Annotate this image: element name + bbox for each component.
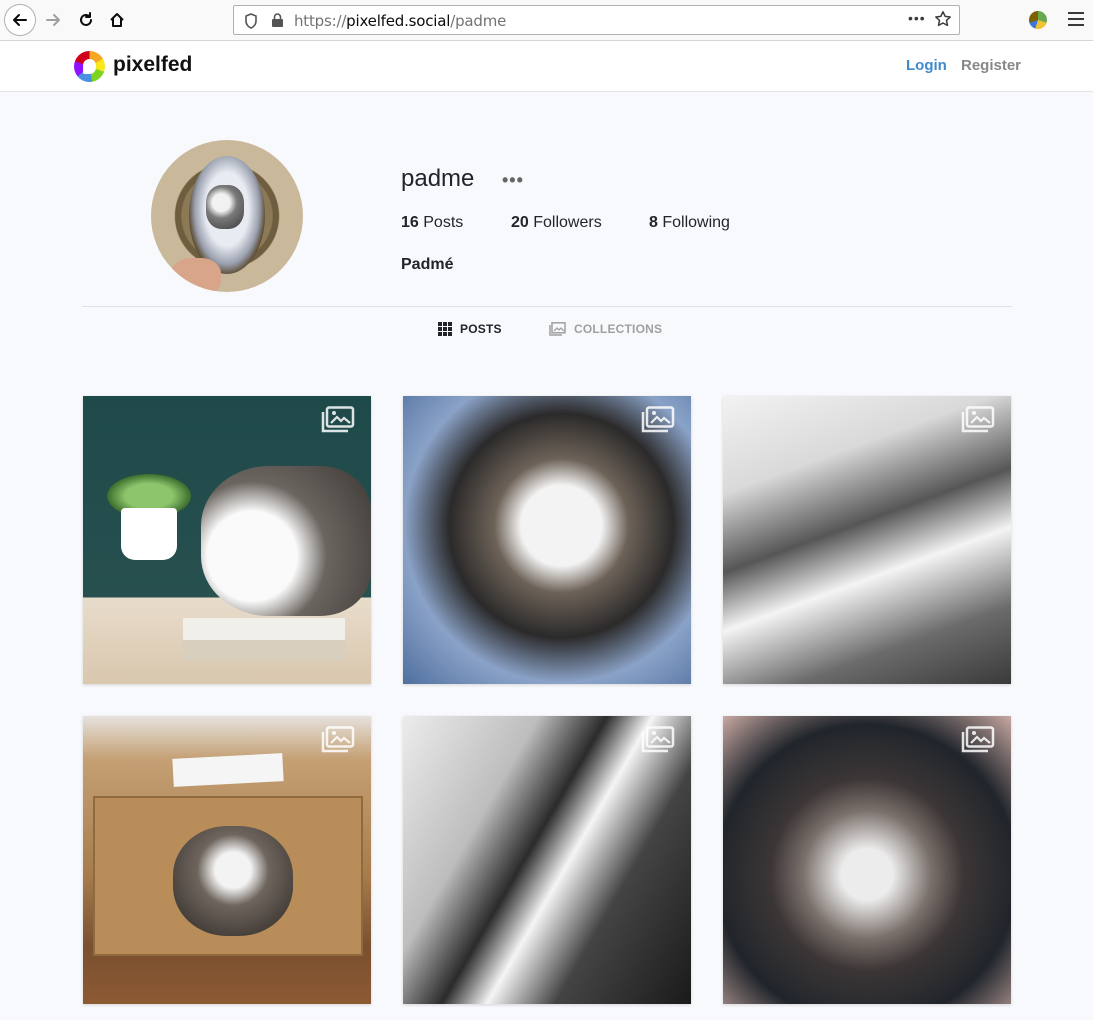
post-thumbnail[interactable] xyxy=(723,396,1011,684)
forward-button[interactable] xyxy=(38,6,68,34)
arrow-left-icon xyxy=(13,14,27,26)
register-link[interactable]: Register xyxy=(961,57,1021,74)
brand-name[interactable]: pixelfed xyxy=(113,53,192,77)
post-thumbnail[interactable] xyxy=(403,716,691,1004)
extension-icon[interactable] xyxy=(1029,11,1047,29)
post-thumbnail[interactable] xyxy=(403,396,691,684)
album-icon xyxy=(321,726,355,759)
reload-button[interactable] xyxy=(71,6,101,34)
site-header: pixelfed Login Register xyxy=(0,41,1093,92)
arrow-right-icon xyxy=(46,14,60,26)
home-icon xyxy=(110,13,124,27)
divider xyxy=(82,306,1012,307)
url-bar[interactable]: https://pixelfed.social/padme ••• xyxy=(233,5,960,35)
profile-display-name: Padmé xyxy=(401,256,454,273)
post-thumbnail[interactable] xyxy=(83,716,371,1004)
grid-icon xyxy=(438,322,452,336)
bookmark-star-icon[interactable] xyxy=(934,10,952,33)
hamburger-menu-icon[interactable] xyxy=(1068,12,1084,30)
home-button[interactable] xyxy=(102,6,132,34)
avatar xyxy=(151,140,303,292)
album-icon xyxy=(961,406,995,439)
album-icon xyxy=(961,726,995,759)
album-icon xyxy=(641,726,675,759)
tab-collections[interactable]: COLLECTIONS xyxy=(549,322,662,336)
url-text[interactable]: https://pixelfed.social/padme xyxy=(294,12,506,30)
browser-toolbar: https://pixelfed.social/padme ••• xyxy=(0,0,1093,41)
post-thumbnail[interactable] xyxy=(723,716,1011,1004)
album-icon xyxy=(321,406,355,439)
followers-count[interactable]: 20 Followers xyxy=(511,214,602,232)
lock-icon[interactable] xyxy=(271,13,284,33)
tab-posts[interactable]: POSTS xyxy=(438,322,502,336)
tab-collections-label: COLLECTIONS xyxy=(574,322,663,336)
profile-username: padme xyxy=(401,165,475,192)
following-count[interactable]: 8 Following xyxy=(649,214,730,232)
page-actions-button[interactable]: ••• xyxy=(908,10,926,26)
back-button[interactable] xyxy=(4,4,36,36)
tab-posts-label: POSTS xyxy=(460,322,502,336)
pixelfed-logo-icon[interactable] xyxy=(74,51,105,82)
posts-count[interactable]: 16 Posts xyxy=(401,214,463,232)
login-link[interactable]: Login xyxy=(906,57,947,74)
post-thumbnail[interactable] xyxy=(83,396,371,684)
reload-icon xyxy=(80,12,92,26)
album-icon xyxy=(641,406,675,439)
profile-options-button[interactable]: ••• xyxy=(502,170,524,191)
images-icon xyxy=(549,322,566,336)
shield-icon[interactable] xyxy=(244,13,258,34)
